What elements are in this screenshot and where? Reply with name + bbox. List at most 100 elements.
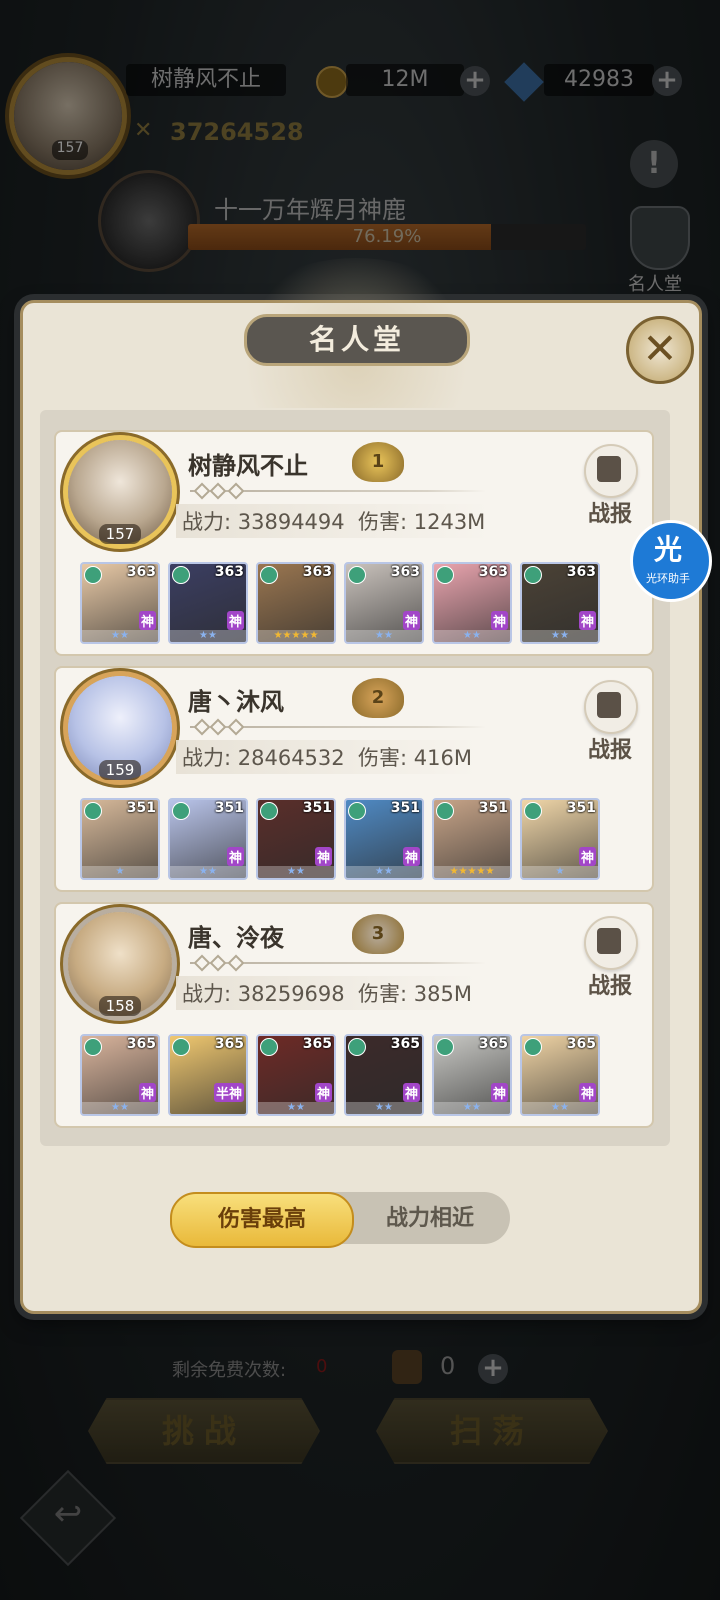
god-badge: 神	[314, 1083, 332, 1102]
hero-level: 351	[566, 800, 596, 816]
element-icon	[436, 566, 454, 584]
assistant-label: 光环助手	[646, 572, 690, 585]
hero-stars: ★	[82, 866, 158, 878]
god-badge: 神	[402, 1083, 420, 1102]
hero-card[interactable]: 365 神 ★★	[432, 1034, 512, 1116]
close-icon[interactable]: ✕	[626, 316, 694, 384]
hero-card[interactable]: 363 神 ★★	[520, 562, 600, 644]
god-badge: 半神	[213, 1083, 244, 1102]
element-icon	[524, 1038, 542, 1056]
god-badge: 神	[402, 847, 420, 866]
hero-card[interactable]: 351 ★★★★★	[432, 798, 512, 880]
element-icon	[172, 566, 190, 584]
power-and-damage: 战力: 38259698 伤害: 385M	[176, 976, 478, 1010]
hero-card[interactable]: 363 神 ★★	[168, 562, 248, 644]
god-badge: 神	[138, 611, 156, 630]
hero-stars: ★★	[434, 1102, 510, 1114]
hero-level: 365	[390, 1036, 420, 1052]
element-icon	[524, 566, 542, 584]
god-badge: 神	[578, 1083, 596, 1102]
element-icon	[436, 802, 454, 820]
hero-stars: ★★★★★	[434, 866, 510, 878]
hero-stars: ★★	[258, 1102, 334, 1114]
player-name: 树静风不止	[188, 451, 308, 480]
document-icon	[597, 692, 621, 718]
hero-stars: ★★	[82, 630, 158, 642]
hero-card[interactable]: 365 神 ★★	[256, 1034, 336, 1116]
element-icon	[260, 566, 278, 584]
hero-level: 351	[302, 800, 332, 816]
modal-title: 名人堂	[244, 314, 470, 366]
hero-level: 363	[566, 564, 596, 580]
rank-badge: 1	[352, 442, 404, 482]
element-icon	[436, 1038, 454, 1056]
hero-level: 365	[126, 1036, 156, 1052]
hero-card[interactable]: 365 半神	[168, 1034, 248, 1116]
rank-badge: 2	[352, 678, 404, 718]
hero-level: 351	[390, 800, 420, 816]
hero-level: 365	[478, 1036, 508, 1052]
player-level: 158	[99, 996, 141, 1016]
power-and-damage: 战力: 33894494 伤害: 1243M	[176, 504, 492, 538]
player-name: 唐、泠夜	[188, 923, 284, 952]
hero-level: 363	[478, 564, 508, 580]
rank-badge: 3	[352, 914, 404, 954]
tab-highest-damage[interactable]: 伤害最高	[170, 1192, 354, 1248]
element-icon	[260, 1038, 278, 1056]
hero-stars: ★★	[258, 866, 334, 878]
hero-stars: ★★	[346, 1102, 422, 1114]
element-icon	[172, 1038, 190, 1056]
player-level: 157	[99, 524, 141, 544]
hero-level: 365	[302, 1036, 332, 1052]
hero-level: 351	[214, 800, 244, 816]
hero-stars: ★★	[82, 1102, 158, 1114]
hero-card[interactable]: 365 神 ★★	[80, 1034, 160, 1116]
hero-stars: ★★	[170, 866, 246, 878]
hero-card[interactable]: 365 神 ★★	[344, 1034, 424, 1116]
god-badge: 神	[138, 1083, 156, 1102]
hero-stars: ★★	[346, 630, 422, 642]
hero-stars: ★★	[170, 630, 246, 642]
hero-level: 351	[478, 800, 508, 816]
hero-level: 363	[214, 564, 244, 580]
hero-level: 363	[390, 564, 420, 580]
god-badge: 神	[314, 847, 332, 866]
hero-stars: ★★	[522, 630, 598, 642]
element-icon	[84, 566, 102, 584]
hero-card[interactable]: 351 神 ★	[520, 798, 600, 880]
hero-card[interactable]: 363 神 ★★	[344, 562, 424, 644]
element-icon	[348, 566, 366, 584]
hero-card[interactable]: 363 神 ★★	[80, 562, 160, 644]
hero-card[interactable]: 351 神 ★★	[256, 798, 336, 880]
hero-card[interactable]: 365 神 ★★	[520, 1034, 600, 1116]
element-icon	[260, 802, 278, 820]
hero-stars: ★★	[346, 866, 422, 878]
god-badge: 神	[578, 847, 596, 866]
assistant-icon: 光	[653, 533, 682, 566]
element-icon	[84, 802, 102, 820]
god-badge: 神	[490, 611, 508, 630]
god-badge: 神	[578, 611, 596, 630]
element-icon	[524, 802, 542, 820]
element-icon	[84, 1038, 102, 1056]
battle-report-label[interactable]: 战报	[588, 496, 632, 528]
hero-level: 365	[214, 1036, 244, 1052]
battle-report-label[interactable]: 战报	[588, 968, 632, 1000]
hero-stars: ★★★★★	[258, 630, 334, 642]
element-icon	[348, 1038, 366, 1056]
power-and-damage: 战力: 28464532 伤害: 416M	[176, 740, 478, 774]
hero-level: 363	[302, 564, 332, 580]
hero-card[interactable]: 351 神 ★★	[344, 798, 424, 880]
god-badge: 神	[226, 611, 244, 630]
hero-card[interactable]: 363 神 ★★	[432, 562, 512, 644]
document-icon	[597, 456, 621, 482]
god-badge: 神	[402, 611, 420, 630]
hero-stars: ★★	[522, 1102, 598, 1114]
hero-level: 363	[126, 564, 156, 580]
tab-similar-power[interactable]: 战力相近	[350, 1192, 510, 1244]
hero-card[interactable]: 363 ★★★★★	[256, 562, 336, 644]
hero-card[interactable]: 351 神 ★★	[168, 798, 248, 880]
battle-report-label[interactable]: 战报	[588, 732, 632, 764]
hero-card[interactable]: 351 ★	[80, 798, 160, 880]
hero-level: 351	[126, 800, 156, 816]
